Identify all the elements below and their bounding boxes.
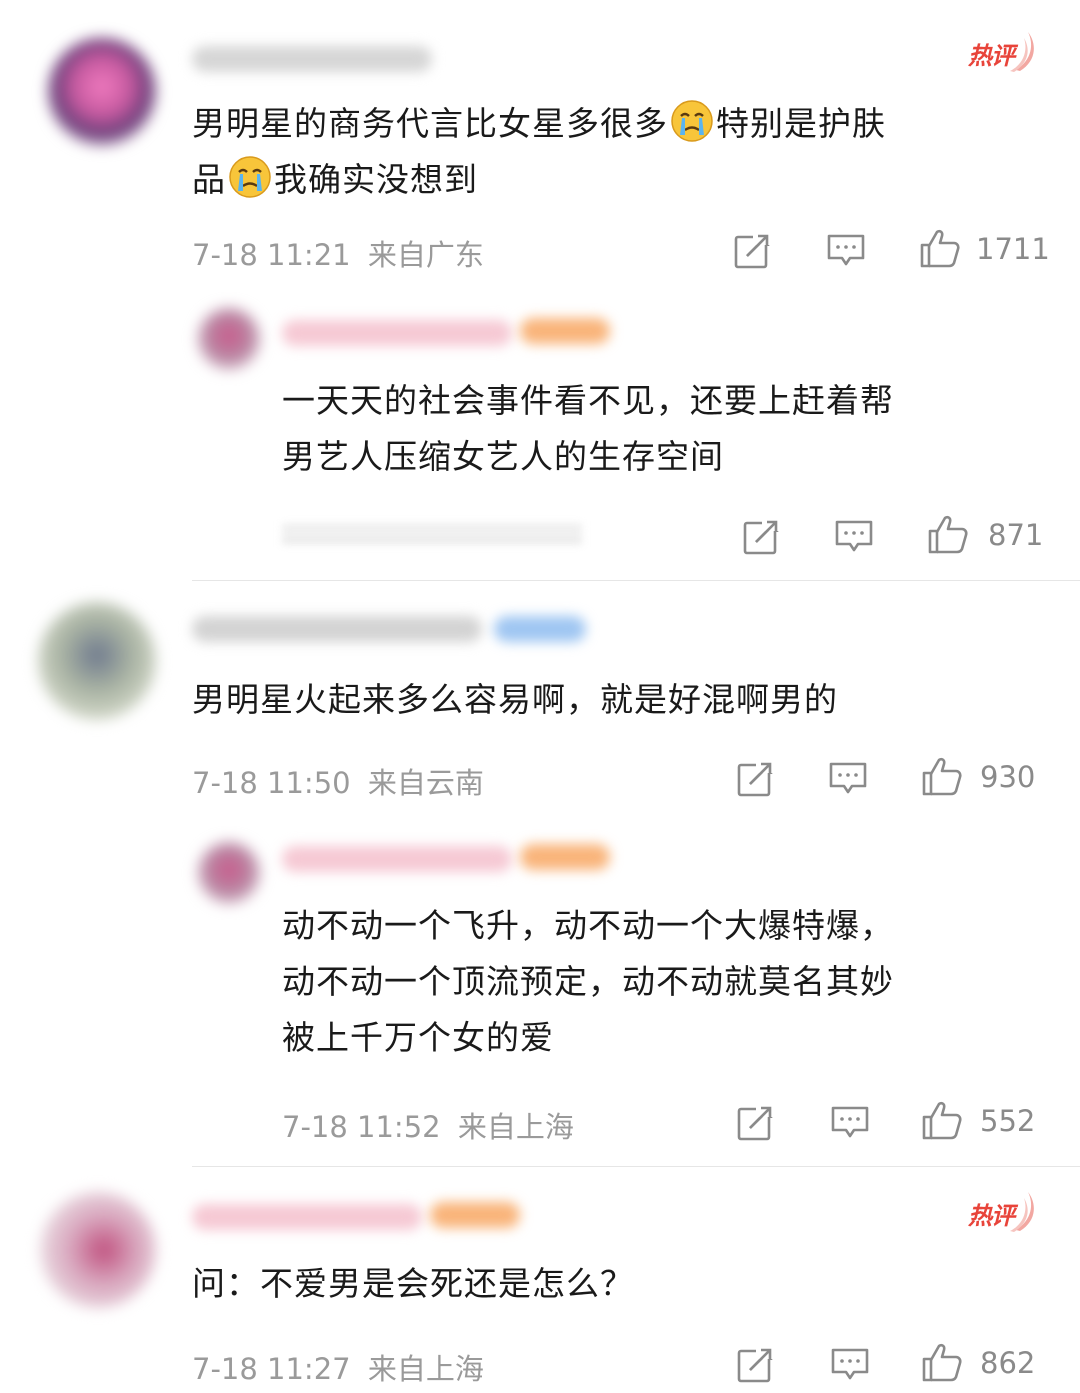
- comment-meta: 7-18 11:50 来自云南: [192, 760, 484, 802]
- username[interactable]: [192, 46, 432, 72]
- avatar[interactable]: [198, 842, 260, 904]
- comment-icon[interactable]: [826, 230, 866, 270]
- location: 来自广东: [367, 238, 484, 272]
- user-badge: [520, 844, 610, 870]
- crying-face-emoji-icon: [228, 155, 272, 199]
- like-icon[interactable]: [920, 1098, 964, 1142]
- like-count: 871: [988, 518, 1044, 552]
- hot-comment-badge: 热评: [968, 1190, 1048, 1240]
- divider: [192, 580, 1080, 581]
- avatar[interactable]: [38, 602, 156, 720]
- like-count: 930: [980, 760, 1036, 794]
- reply-text: 一天天的社会事件看不见，还要上赶着帮 男艺人压缩女艺人的生存空间: [282, 381, 894, 476]
- crying-face-emoji-icon: [670, 99, 714, 143]
- location: 来自上海: [367, 1352, 484, 1386]
- hot-comment-badge: 热评: [968, 30, 1048, 80]
- blurred-meta: [282, 524, 582, 544]
- username[interactable]: [192, 1204, 422, 1230]
- reply-text: 动不动一个飞升，动不动一个大爆特爆， 动不动一个顶流预定，动不动就莫名其妙 被上…: [282, 906, 894, 1057]
- timestamp: 7-18 11:21: [192, 238, 351, 272]
- like-icon[interactable]: [926, 512, 970, 556]
- share-icon[interactable]: [736, 1102, 776, 1142]
- like-count: 862: [980, 1346, 1036, 1380]
- share-icon[interactable]: [733, 230, 773, 270]
- user-badge: [430, 1202, 520, 1228]
- timestamp: 7-18 11:27: [192, 1352, 351, 1386]
- location: 来自上海: [457, 1110, 574, 1144]
- like-icon[interactable]: [918, 226, 962, 270]
- like-icon[interactable]: [920, 1340, 964, 1384]
- share-icon[interactable]: [742, 516, 782, 556]
- user-badge: [520, 318, 610, 344]
- comment-icon[interactable]: [830, 1344, 870, 1384]
- like-count: 1711: [976, 232, 1050, 266]
- username[interactable]: [282, 320, 512, 346]
- username[interactable]: [282, 846, 512, 872]
- share-icon[interactable]: [736, 1344, 776, 1384]
- comment-meta: 7-18 11:27 来自上海: [192, 1346, 484, 1388]
- divider: [192, 1166, 1080, 1167]
- timestamp: 7-18 11:52: [282, 1110, 441, 1144]
- comment-icon[interactable]: [830, 1102, 870, 1142]
- comment-text: 男明星的商务代言比女星多很多 特别是护肤 品我确实没想到: [192, 96, 1052, 208]
- reply-meta: 7-18 11:52 来自上海: [282, 1104, 574, 1146]
- like-icon[interactable]: [920, 754, 964, 798]
- username[interactable]: [192, 616, 482, 642]
- avatar[interactable]: [48, 38, 156, 146]
- comment-icon[interactable]: [834, 516, 874, 556]
- avatar[interactable]: [198, 308, 260, 370]
- comment-text: 男明星火起来多么容易啊，就是好混啊男的: [192, 680, 838, 719]
- avatar[interactable]: [40, 1192, 156, 1308]
- user-badge: [494, 616, 586, 642]
- comment-icon[interactable]: [828, 758, 868, 798]
- timestamp: 7-18 11:50: [192, 766, 351, 800]
- location: 来自云南: [367, 766, 484, 800]
- comment-text: 问：不爱男是会死还是怎么？: [192, 1264, 634, 1303]
- share-icon[interactable]: [736, 758, 776, 798]
- like-count: 552: [980, 1104, 1036, 1138]
- comment-meta: 7-18 11:21 来自广东: [192, 232, 484, 274]
